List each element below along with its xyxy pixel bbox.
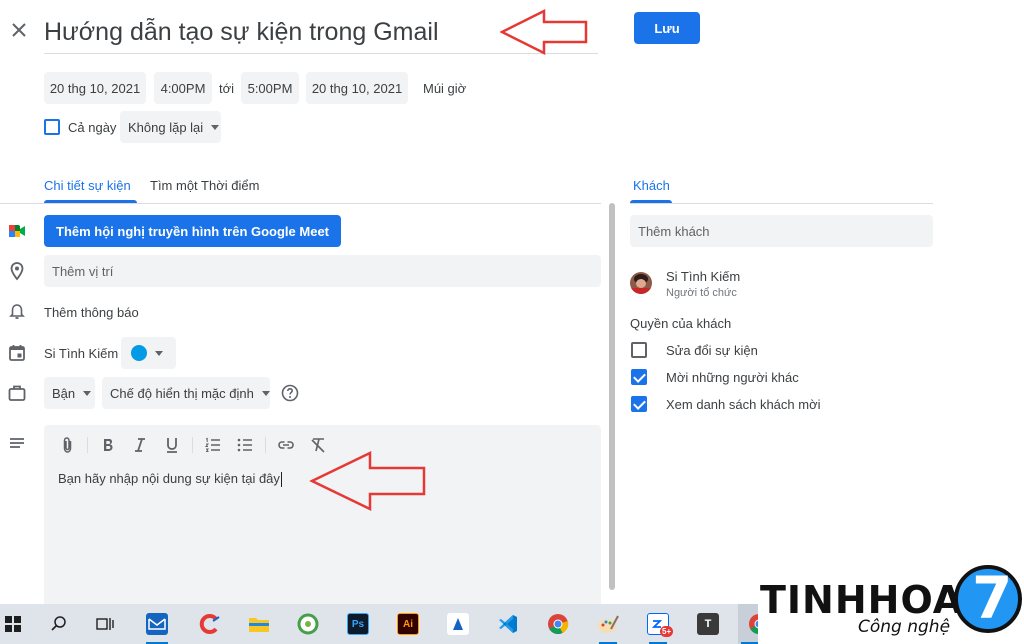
text-cursor <box>280 472 282 488</box>
start-time-field[interactable]: 4:00PM <box>154 72 212 104</box>
all-day-label: Cả ngày <box>68 120 117 135</box>
permission-see-guest-list-label: Xem danh sách khách mời <box>666 397 821 412</box>
avatar <box>630 272 652 294</box>
app-glyph-icon <box>453 618 463 630</box>
tab-find-a-time[interactable]: Tìm một Thời điểm <box>150 178 259 193</box>
paint-glyph-icon <box>598 615 619 633</box>
toolbar-separator <box>87 437 88 453</box>
zalo-icon[interactable]: 5+ <box>647 613 674 637</box>
calendar-icon <box>9 345 25 361</box>
toolbar-separator <box>192 437 193 453</box>
annotation-arrow-icon <box>309 451 426 511</box>
organizer-name: Si Tình Kiếm <box>666 269 741 284</box>
start-date-field[interactable]: 20 thg 10, 2021 <box>44 72 146 104</box>
chevron-down-icon <box>155 350 163 356</box>
watermark-brand: TINHHOA <box>760 578 964 622</box>
watermark-digit: 7 <box>972 564 1013 632</box>
chevron-down-icon <box>261 390 270 396</box>
watermark-tagline: Công nghệ <box>858 617 951 637</box>
tab-event-details[interactable]: Chi tiết sự kiện <box>44 178 131 193</box>
briefcase-icon <box>8 385 26 401</box>
permission-invite-others-checkbox[interactable] <box>631 369 647 385</box>
numbered-list-icon[interactable] <box>203 435 223 455</box>
mail-glyph-icon <box>148 618 166 630</box>
chrome-icon[interactable] <box>547 613 569 635</box>
tabs-divider <box>0 203 601 204</box>
visibility-dropdown[interactable]: Chế độ hiển thị mặc định <box>102 377 270 409</box>
calendar-owner-label: Si Tình Kiếm <box>44 346 119 361</box>
illustrator-icon[interactable]: Ai <box>397 613 419 635</box>
task-view-icon[interactable] <box>96 615 114 633</box>
attachment-icon[interactable] <box>58 435 78 455</box>
vscode-icon[interactable] <box>497 613 519 635</box>
help-icon[interactable] <box>280 383 300 403</box>
add-notification-button[interactable]: Thêm thông báo <box>44 305 139 320</box>
app-icon[interactable] <box>447 613 469 635</box>
color-swatch <box>131 345 147 361</box>
all-day-checkbox[interactable] <box>44 119 60 135</box>
notification-badge: 5+ <box>660 626 674 637</box>
guests-divider <box>630 203 933 204</box>
busy-status-dropdown[interactable]: Bận <box>44 377 95 409</box>
repeat-value: Không lặp lại <box>128 119 204 135</box>
search-icon[interactable] <box>50 615 68 633</box>
coc-coc-glyph-icon <box>297 613 319 635</box>
busy-value: Bận <box>52 385 76 401</box>
watermark-logo: TINHHOA Công nghệ 7 <box>758 562 1024 644</box>
bell-icon <box>9 304 25 319</box>
add-guests-input[interactable]: Thêm khách <box>630 215 933 247</box>
scrollbar[interactable] <box>609 203 615 590</box>
coc-coc-browser-icon[interactable] <box>297 613 319 635</box>
timezone-button[interactable]: Múi giờ <box>423 81 466 96</box>
vscode-glyph-icon <box>499 615 517 633</box>
ccleaner-glyph-icon <box>199 614 220 634</box>
windows-start-icon[interactable] <box>5 616 21 632</box>
typora-icon[interactable]: T <box>697 613 719 635</box>
to-separator: tới <box>219 81 235 96</box>
bold-icon[interactable] <box>98 435 118 455</box>
save-button[interactable]: Lưu <box>634 12 700 44</box>
chevron-down-icon <box>211 124 220 130</box>
toolbar-separator <box>265 437 266 453</box>
permission-invite-others-label: Mời những người khác <box>666 370 799 385</box>
description-text: Bạn hãy nhập nội dung sự kiện tại đây <box>58 471 282 488</box>
permission-modify-event-checkbox[interactable] <box>631 342 647 358</box>
location-pin-icon <box>10 262 24 281</box>
google-meet-icon <box>9 225 25 237</box>
tab-guests[interactable]: Khách <box>633 178 670 193</box>
add-google-meet-button[interactable]: Thêm hội nghị truyền hình trên Google Me… <box>44 215 341 247</box>
chrome-glyph-icon <box>548 614 569 634</box>
permission-modify-event-label: Sửa đổi sự kiện <box>666 343 758 358</box>
link-icon[interactable] <box>276 435 296 455</box>
end-time-field[interactable]: 5:00PM <box>241 72 299 104</box>
description-icon <box>10 438 24 448</box>
italic-icon[interactable] <box>130 435 150 455</box>
ccleaner-icon[interactable] <box>199 613 221 635</box>
photoshop-icon[interactable]: Ps <box>347 613 369 635</box>
file-explorer-icon[interactable] <box>248 613 270 635</box>
guest-permissions-title: Quyền của khách <box>630 316 732 331</box>
visibility-value: Chế độ hiển thị mặc định <box>110 385 254 401</box>
permission-see-guest-list-checkbox[interactable] <box>631 396 647 412</box>
location-input[interactable]: Thêm vị trí <box>44 255 601 287</box>
close-icon[interactable] <box>9 20 29 40</box>
end-date-field[interactable]: 20 thg 10, 2021 <box>306 72 408 104</box>
folder-icon <box>249 618 269 632</box>
annotation-arrow-icon <box>500 8 588 56</box>
chevron-down-icon <box>83 390 92 396</box>
underline-icon[interactable] <box>162 435 182 455</box>
repeat-dropdown[interactable]: Không lặp lại <box>120 111 221 143</box>
mail-icon[interactable] <box>146 613 168 635</box>
paint-icon[interactable] <box>597 613 619 635</box>
bulleted-list-icon[interactable] <box>235 435 255 455</box>
organizer-role: Người tổ chức <box>666 287 737 299</box>
calendar-color-dropdown[interactable] <box>121 337 176 369</box>
